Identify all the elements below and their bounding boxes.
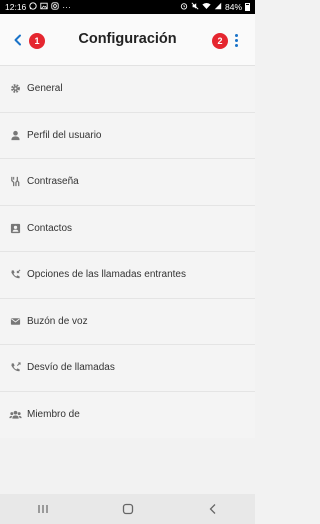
signal-icon — [214, 2, 222, 12]
whatsapp-icon — [29, 2, 37, 12]
voicemail-icon — [9, 315, 22, 328]
back-icon — [209, 504, 215, 514]
menu-item-miembro-de[interactable]: Miembro de — [0, 391, 255, 438]
menu-item-perfil[interactable]: Perfil del usuario — [0, 112, 255, 159]
mute-icon — [191, 2, 199, 12]
menu-item-label: Opciones de las llamadas entrantes — [27, 269, 186, 281]
menu-item-label: Miembro de — [27, 409, 80, 421]
battery-percent: 84% — [224, 2, 242, 12]
nav-back-button[interactable] — [193, 494, 233, 524]
instagram-icon — [51, 2, 59, 12]
alarm-icon — [180, 2, 188, 12]
menu-item-llamadas-entrantes[interactable]: Opciones de las llamadas entrantes — [0, 252, 255, 299]
key-icon — [9, 175, 22, 188]
menu-item-desvio-de-llamadas[interactable]: Desvío de llamadas — [0, 345, 255, 392]
wifi-icon — [202, 2, 211, 12]
settings-menu: General Perfil del usuario Contraseña Co… — [0, 66, 255, 438]
group-icon — [9, 408, 22, 421]
system-nav-bar — [0, 494, 255, 524]
more-options-button[interactable] — [229, 30, 243, 50]
menu-item-label: Buzón de voz — [27, 315, 88, 327]
menu-item-general[interactable]: General — [0, 66, 255, 113]
more-vert-dot — [234, 38, 238, 42]
contact-card-icon — [9, 222, 22, 235]
gear-icon — [9, 82, 22, 95]
gallery-icon — [40, 2, 48, 12]
more-vert-icon — [234, 33, 238, 37]
recent-apps-icon — [37, 505, 48, 513]
home-icon — [122, 503, 133, 515]
battery-icon — [245, 3, 250, 11]
more-notifications-indicator: ··· — [62, 2, 71, 12]
annotation-badge-2: 2 — [212, 33, 228, 49]
recent-apps-button[interactable] — [23, 494, 63, 524]
incoming-call-icon — [9, 268, 22, 281]
menu-item-label: General — [27, 83, 63, 95]
menu-item-contrasena[interactable]: Contraseña — [0, 159, 255, 206]
person-icon — [9, 129, 22, 142]
menu-item-label: Contactos — [27, 222, 73, 234]
app-bar: 1 Configuración 2 — [0, 14, 255, 66]
call-forward-icon — [9, 361, 22, 374]
menu-item-buzon-de-voz[interactable]: Buzón de voz — [0, 298, 255, 345]
more-vert-dot — [234, 43, 238, 47]
status-time: 12:16 — [5, 2, 27, 12]
menu-item-label: Contraseña — [27, 176, 79, 188]
home-button[interactable] — [108, 494, 148, 524]
menu-item-label: Desvío de llamadas — [27, 362, 115, 374]
menu-item-contactos[interactable]: Contactos — [0, 205, 255, 252]
menu-item-label: Perfil del usuario — [27, 129, 102, 141]
status-bar: 12:16 ··· 84% — [0, 0, 255, 14]
